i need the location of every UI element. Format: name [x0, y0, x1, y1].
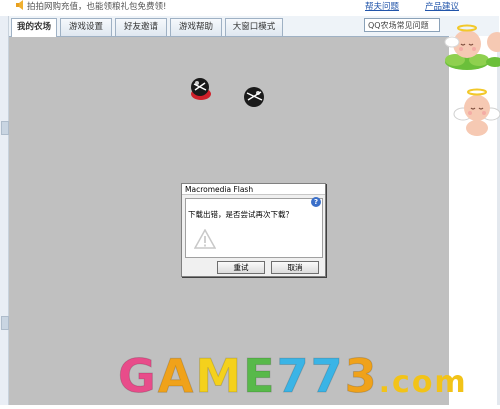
- flash-error-dialog: Macromedia Flash ? 下载出错，是否尝试再次下载？ 重试 取消: [181, 183, 326, 277]
- game773-watermark: GAME773.com: [118, 349, 468, 403]
- mascot-partial-icon: [486, 32, 500, 67]
- watermark-suffix: .com: [378, 365, 468, 400]
- tab-game-help[interactable]: 游戏帮助: [170, 18, 222, 36]
- tab-game-settings[interactable]: 游戏设置: [60, 18, 112, 36]
- tab-large-window[interactable]: 大窗口模式: [225, 18, 283, 36]
- promo-notice[interactable]: 拍拍网购充值，也能领粮礼包免费领!: [27, 0, 166, 12]
- sidebar-marker[interactable]: [1, 316, 9, 330]
- speaker-icon: [16, 0, 23, 10]
- suggest-link[interactable]: 产品建议: [425, 0, 459, 12]
- sidebar-marker[interactable]: [1, 121, 9, 135]
- top-notice-bar: 拍拍网购充值，也能领粮礼包免费领! 帮夫问题 产品建议: [0, 0, 500, 16]
- retry-button[interactable]: 重试: [217, 261, 265, 274]
- watermark-letter: E: [243, 349, 277, 403]
- watermark-letter: M: [195, 349, 244, 403]
- watermark-letter: 7: [310, 349, 345, 403]
- tab-my-farm[interactable]: 我的农场: [11, 18, 57, 37]
- left-sidebar-strip: [0, 16, 9, 405]
- cancel-button[interactable]: 取消: [271, 261, 319, 274]
- warning-icon: [194, 229, 216, 249]
- dialog-title: Macromedia Flash: [182, 184, 325, 195]
- tab-invite-friends[interactable]: 好友邀请: [115, 18, 167, 36]
- bomb-sprite-red[interactable]: [187, 75, 215, 103]
- watermark-letter: 7: [276, 349, 311, 403]
- watermark-letter: 3: [344, 349, 379, 403]
- watermark-letter: G: [118, 349, 158, 403]
- help-link[interactable]: 帮夫问题: [365, 0, 399, 12]
- help-icon[interactable]: ?: [311, 197, 321, 207]
- watermark-letter: A: [157, 349, 196, 403]
- search-input[interactable]: QQ农场常见问题: [364, 18, 440, 32]
- dialog-message: 下载出错，是否尝试再次下载？: [188, 210, 293, 219]
- angel-baby-icon: [453, 88, 500, 136]
- bomb-sprite-dark[interactable]: [241, 83, 269, 111]
- dialog-body: ? 下载出错，是否尝试再次下载？: [185, 197, 323, 258]
